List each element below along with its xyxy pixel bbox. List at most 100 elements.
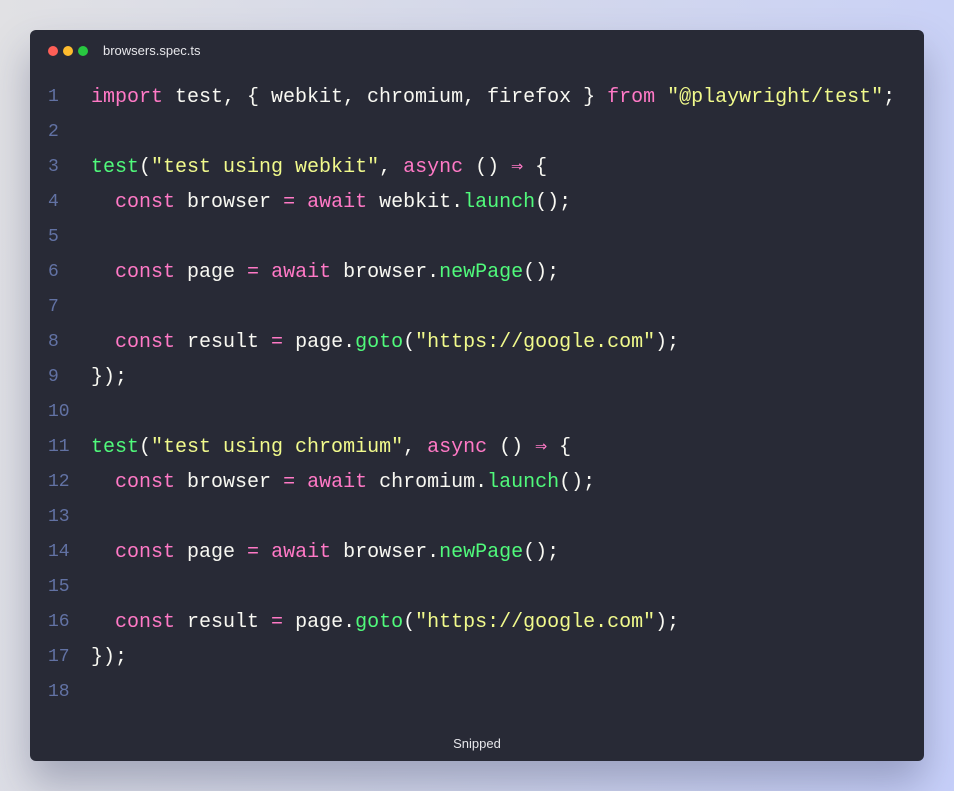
code-line: 2: [30, 115, 924, 150]
function-token: goto: [355, 331, 404, 354]
keyword-token: const: [115, 541, 176, 564]
code-line: 15: [30, 570, 924, 605]
code-line: 10: [30, 395, 924, 430]
plain-token: chromium.: [367, 471, 488, 494]
plain-token: });: [91, 366, 128, 389]
line-number: 13: [48, 507, 70, 527]
line-source: import test, { webkit, chromium, firefox…: [91, 80, 895, 115]
code-line: 18: [30, 675, 924, 710]
line-source: const page = await browser.newPage();: [91, 255, 559, 290]
plain-token: browser.: [331, 261, 440, 284]
code-line: 4 const browser = await webkit.launch();: [30, 185, 924, 220]
line-number: 9: [48, 367, 59, 387]
plain-token: result: [175, 331, 272, 354]
line-source: const page = await browser.newPage();: [91, 535, 559, 570]
line-number: 18: [48, 682, 70, 702]
footer-label: Snipped: [453, 736, 501, 751]
keyword-token: const: [115, 261, 176, 284]
keyword-token: =: [247, 261, 260, 284]
code-line: 12 const browser = await chromium.launch…: [30, 465, 924, 500]
code-line: 13: [30, 500, 924, 535]
keyword-token: async: [427, 436, 488, 459]
plain-token: page: [175, 261, 248, 284]
minimize-dot-icon[interactable]: [63, 46, 73, 56]
line-number: 8: [48, 332, 59, 352]
keyword-token: await: [271, 541, 332, 564]
plain-token: {: [547, 436, 572, 459]
line-source: test("test using chromium", async () ⇒ {: [91, 430, 571, 465]
plain-token: test, { webkit, chromium, firefox }: [163, 86, 608, 109]
keyword-token: from: [607, 86, 656, 109]
line-number: 1: [48, 87, 59, 107]
line-source: const result = page.goto("https://google…: [91, 605, 679, 640]
plain-token: page.: [283, 331, 356, 354]
line-number: 10: [48, 402, 70, 422]
plain-token: ,: [403, 436, 428, 459]
close-dot-icon[interactable]: [48, 46, 58, 56]
plain-token: ,: [379, 156, 404, 179]
code-line: 17});: [30, 640, 924, 675]
code-line: 7: [30, 290, 924, 325]
plain-token: browser: [175, 471, 284, 494]
line-source: const browser = await chromium.launch();: [91, 465, 595, 500]
line-number: 15: [48, 577, 70, 597]
line-source: const browser = await webkit.launch();: [91, 185, 571, 220]
string-token: "test using chromium": [151, 436, 404, 459]
plain-token: ();: [559, 471, 596, 494]
plain-token: (: [403, 331, 416, 354]
function-token: launch: [463, 191, 536, 214]
keyword-token: await: [271, 261, 332, 284]
keyword-token: const: [115, 331, 176, 354]
line-number: 12: [48, 472, 70, 492]
line-number: 2: [48, 122, 59, 142]
keyword-token: const: [115, 471, 176, 494]
maximize-dot-icon[interactable]: [78, 46, 88, 56]
keyword-token: const: [115, 611, 176, 634]
keyword-token: ⇒: [535, 436, 548, 459]
keyword-token: =: [271, 611, 284, 634]
title-bar: browsers.spec.ts: [30, 30, 924, 72]
line-number: 5: [48, 227, 59, 247]
plain-token: ();: [523, 261, 560, 284]
plain-token: });: [91, 646, 128, 669]
line-number: 11: [48, 437, 70, 457]
plain-token: browser: [175, 191, 284, 214]
plain-token: ();: [535, 191, 572, 214]
line-source: });: [91, 640, 127, 675]
line-number: 17: [48, 647, 70, 667]
plain-token: (: [403, 611, 416, 634]
plain-token: (): [487, 436, 536, 459]
plain-token: browser.: [331, 541, 440, 564]
keyword-token: =: [283, 471, 296, 494]
plain-token: (: [139, 156, 152, 179]
keyword-token: async: [403, 156, 464, 179]
plain-token: {: [523, 156, 548, 179]
line-number: 3: [48, 157, 59, 177]
line-number: 6: [48, 262, 59, 282]
plain-token: );: [655, 611, 680, 634]
code-line: 9});: [30, 360, 924, 395]
code-line: 5: [30, 220, 924, 255]
plain-token: );: [655, 331, 680, 354]
code-line: 14 const page = await browser.newPage();: [30, 535, 924, 570]
plain-token: result: [175, 611, 272, 634]
keyword-token: =: [283, 191, 296, 214]
code-line: 3 test("test using webkit", async () ⇒ {: [30, 150, 924, 185]
code-line: 1 import test, { webkit, chromium, firefo…: [30, 80, 924, 115]
plain-token: ();: [523, 541, 560, 564]
code-line: 6 const page = await browser.newPage();: [30, 255, 924, 290]
string-token: "https://google.com": [415, 331, 656, 354]
code-line: 8 const result = page.goto("https://goog…: [30, 325, 924, 360]
plain-token: (: [139, 436, 152, 459]
line-number: 4: [48, 192, 59, 212]
plain-token: ;: [883, 86, 896, 109]
